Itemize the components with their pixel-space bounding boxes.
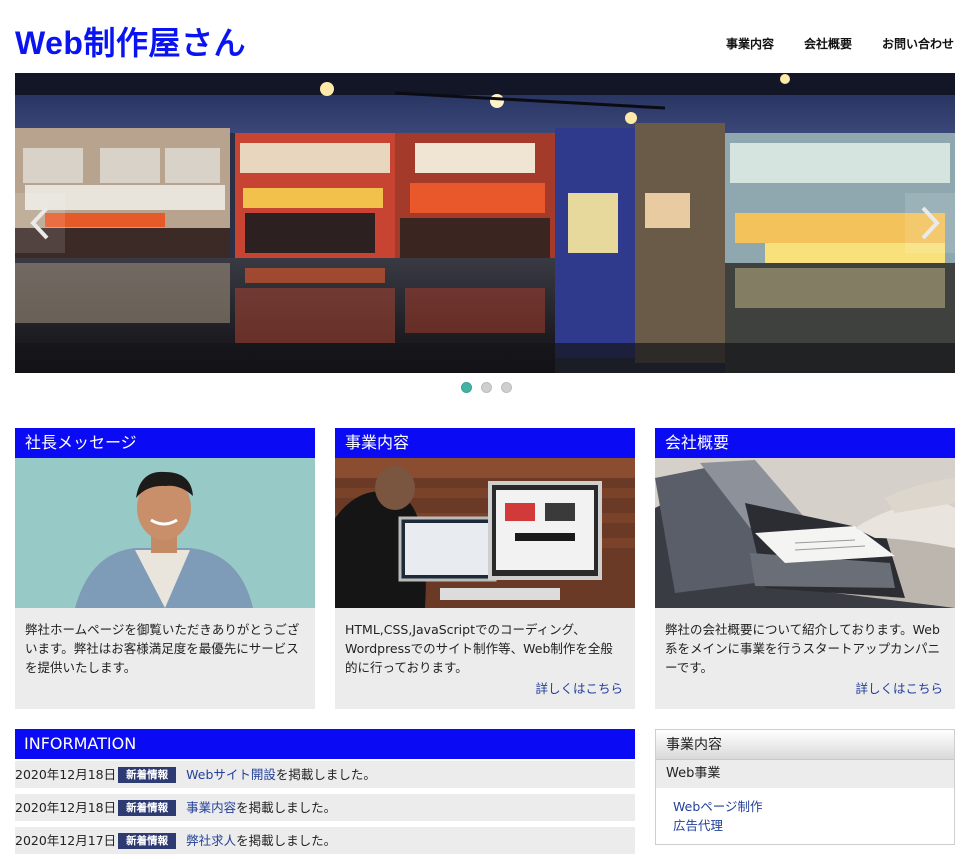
info-suffix: を掲載しました。 <box>275 767 376 782</box>
info-row: 2020年12月18日 新着情報 Webサイト開設 を掲載しました。 <box>15 761 635 788</box>
card-president-message: 社長メッセージ 弊社ホームページを御覧いただきありがとうございます。弊社はお客様… <box>15 428 315 709</box>
sidebar-list-item: 広告代理 <box>673 816 954 835</box>
business-photo <box>335 458 635 608</box>
card-title: 会社概要 <box>655 428 955 458</box>
card-text: 弊社の会社概要について紹介しております。Web系をメインに事業を行うスタートアッ… <box>665 622 941 675</box>
info-suffix: を掲載しました。 <box>236 800 337 815</box>
chevron-right-icon <box>921 206 940 240</box>
site-title[interactable]: Web制作屋さん <box>15 18 246 64</box>
slider-pagination <box>0 382 972 393</box>
info-badge: 新着情報 <box>118 766 177 783</box>
sidebar-business: 事業内容 Web事業 Webページ制作 広告代理 <box>655 729 955 845</box>
card-title: 事業内容 <box>335 428 635 458</box>
information-title: INFORMATION <box>15 729 635 759</box>
card-company: 会社概要 弊社の会社概要について紹介しております。Web系をメインに事業を行うス… <box>655 428 955 709</box>
slider-next-button[interactable] <box>905 193 955 253</box>
nav-item-company[interactable]: 会社概要 <box>804 35 852 52</box>
info-badge: 新着情報 <box>118 832 177 849</box>
info-date: 2020年12月18日 <box>15 767 117 782</box>
chevron-left-icon <box>30 206 49 240</box>
slider-dot-2[interactable] <box>480 382 492 393</box>
info-badge: 新着情報 <box>118 799 177 816</box>
sidebar-link-advertising[interactable]: 広告代理 <box>673 818 723 833</box>
sidebar-title: 事業内容 <box>656 730 954 760</box>
info-link[interactable]: Webサイト開設 <box>186 761 276 788</box>
slider-dot-1[interactable] <box>460 382 472 393</box>
card-more-link[interactable]: 詳しくはこちら <box>535 678 623 697</box>
info-date: 2020年12月18日 <box>15 800 117 815</box>
info-suffix: を掲載しました。 <box>236 833 337 848</box>
card-more-link[interactable]: 詳しくはこちら <box>855 678 943 697</box>
nav-item-contact[interactable]: お問い合わせ <box>882 35 954 52</box>
slider-prev-button[interactable] <box>15 193 65 253</box>
nav-item-business[interactable]: 事業内容 <box>726 35 774 52</box>
info-link[interactable]: 弊社求人 <box>186 827 236 854</box>
slider-dot-3[interactable] <box>500 382 512 393</box>
sidebar-list-item: Webページ制作 <box>673 797 954 816</box>
info-date: 2020年12月17日 <box>15 833 117 848</box>
company-photo <box>655 458 955 608</box>
info-link[interactable]: 事業内容 <box>186 794 236 821</box>
card-business: 事業内容 HTML,CSS,JavaScriptでのコーディング、Wordpre… <box>335 428 635 709</box>
card-text: 弊社ホームページを御覧いただきありがとうございます。弊社はお客様満足度を最優先に… <box>25 622 300 675</box>
sidebar-link-web-page[interactable]: Webページ制作 <box>673 799 763 814</box>
president-photo <box>15 458 315 608</box>
info-row: 2020年12月17日 新着情報 弊社求人 を掲載しました。 <box>15 827 635 854</box>
hero-image <box>15 73 955 373</box>
card-title: 社長メッセージ <box>15 428 315 458</box>
card-text: HTML,CSS,JavaScriptでのコーディング、Wordpressでのサ… <box>345 622 613 675</box>
global-nav: 事業内容 会社概要 お問い合わせ <box>726 35 954 52</box>
hero-slider[interactable] <box>15 73 955 373</box>
sidebar-list: Webページ制作 広告代理 <box>656 788 954 835</box>
info-row: 2020年12月18日 新着情報 事業内容 を掲載しました。 <box>15 794 635 821</box>
sidebar-subtitle: Web事業 <box>656 760 954 788</box>
